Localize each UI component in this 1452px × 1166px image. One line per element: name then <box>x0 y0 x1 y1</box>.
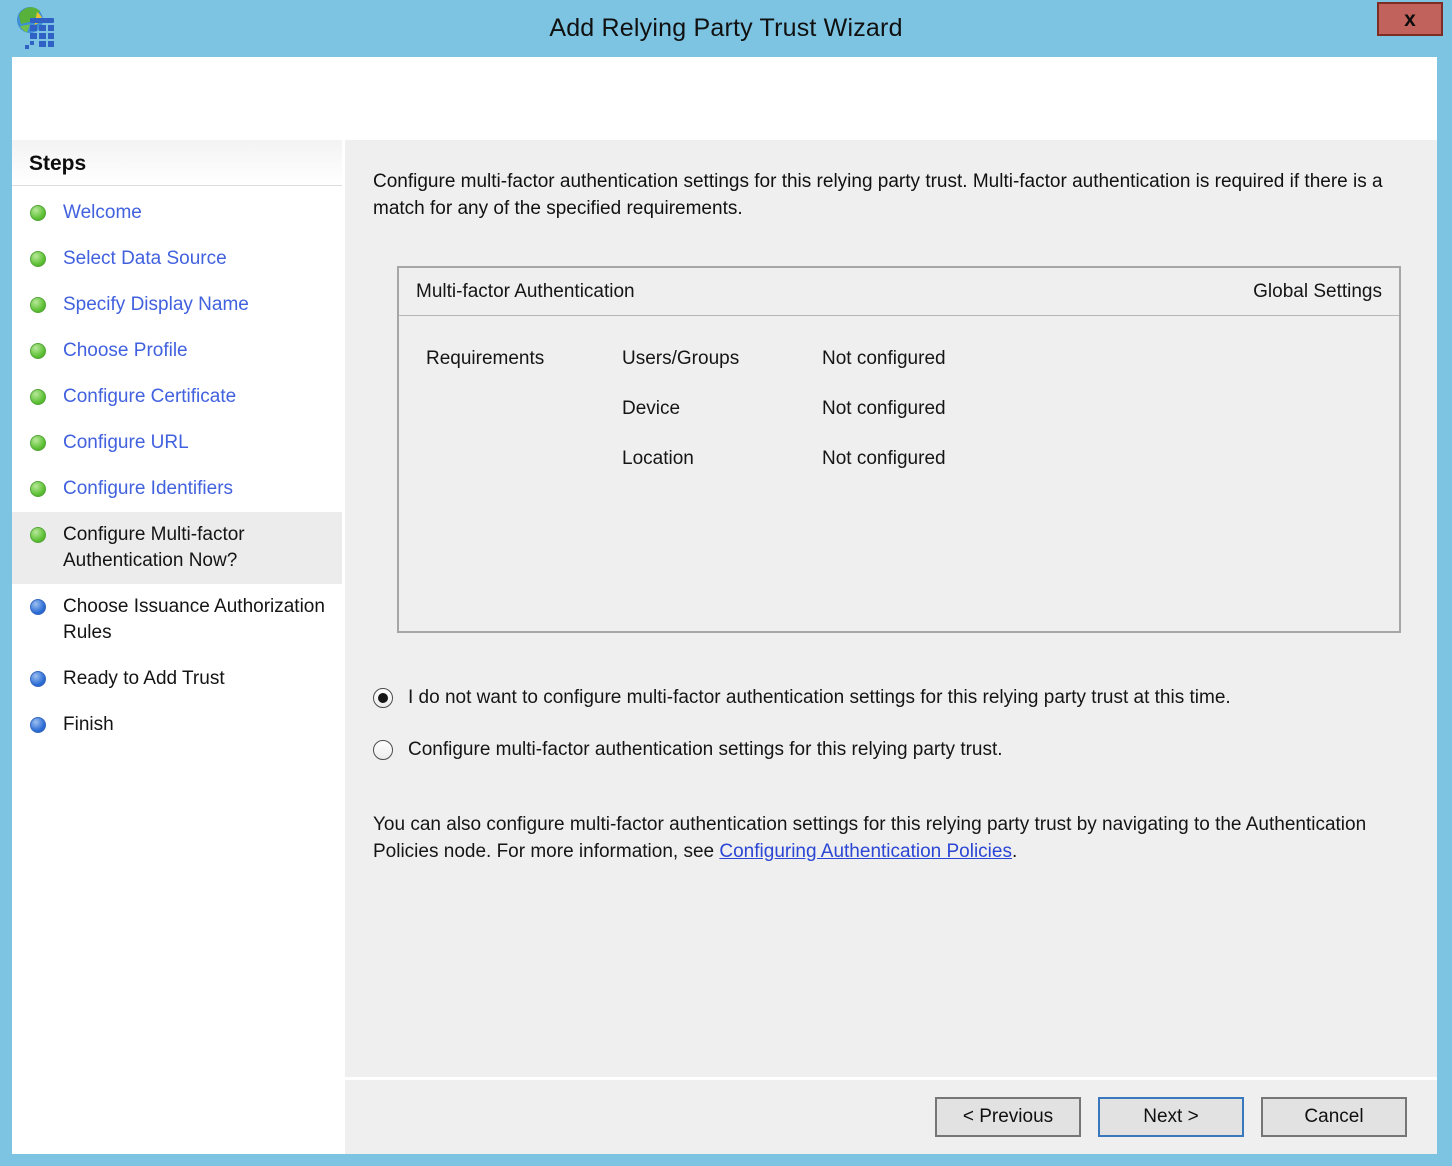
window-title: Add Relying Party Trust Wizard <box>549 14 902 43</box>
step-done-dot-icon <box>30 251 46 267</box>
table-row: Requirements Users/Groups Not configured <box>399 334 1399 384</box>
cancel-button[interactable]: Cancel <box>1261 1097 1407 1137</box>
step-upcoming-dot-icon <box>30 599 46 615</box>
intro-text: Configure multi-factor authentication se… <box>373 168 1407 222</box>
row-value: Not configured <box>822 346 1399 372</box>
steps-list: Welcome Select Data Source Specify Displ… <box>12 186 342 748</box>
row-name: Location <box>622 446 822 472</box>
table-title: Multi-factor Authentication <box>416 281 635 303</box>
step-upcoming-dot-icon <box>30 671 46 687</box>
step-done-dot-icon <box>30 297 46 313</box>
row-value: Not configured <box>822 396 1399 422</box>
note-text: You can also configure multi-factor auth… <box>373 811 1407 865</box>
step-configure-url[interactable]: Configure URL <box>12 420 342 466</box>
row-name: Users/Groups <box>622 346 822 372</box>
step-done-dot-icon <box>30 205 46 221</box>
step-choose-profile[interactable]: Choose Profile <box>12 328 342 374</box>
step-label: Welcome <box>63 200 142 226</box>
step-label: Configure URL <box>63 430 189 456</box>
step-label: Configure Certificate <box>63 384 236 410</box>
radio-row-configure: Configure multi-factor authentication se… <box>373 739 1407 761</box>
header-band <box>12 57 1437 140</box>
step-label: Ready to Add Trust <box>63 666 225 692</box>
step-ready-to-add-trust[interactable]: Ready to Add Trust <box>12 656 342 702</box>
step-upcoming-dot-icon <box>30 717 46 733</box>
next-button[interactable]: Next > <box>1098 1097 1244 1137</box>
step-choose-issuance-authorization-rules[interactable]: Choose Issuance Authorization Rules <box>12 584 342 656</box>
step-specify-display-name[interactable]: Specify Display Name <box>12 282 342 328</box>
close-button[interactable]: x <box>1377 2 1443 36</box>
row-name: Device <box>622 396 822 422</box>
close-icon: x <box>1404 9 1416 30</box>
previous-button[interactable]: < Previous <box>935 1097 1081 1137</box>
step-done-dot-icon <box>30 481 46 497</box>
row-value: Not configured <box>822 446 1399 472</box>
wizard-window: Steps Welcome Select Data Source Specify… <box>12 57 1437 1154</box>
step-configure-mfa-now[interactable]: Configure Multi-factor Authentication No… <box>12 512 342 584</box>
step-done-dot-icon <box>30 343 46 359</box>
note-after-link: . <box>1012 841 1017 862</box>
step-label: Configure Multi-factor Authentication No… <box>63 522 330 574</box>
step-label: Specify Display Name <box>63 292 249 318</box>
step-label: Select Data Source <box>63 246 227 272</box>
steps-header: Steps <box>12 140 342 186</box>
step-label: Choose Profile <box>63 338 188 364</box>
radio-label[interactable]: Configure multi-factor authentication se… <box>408 739 1003 761</box>
table-row: Location Not configured <box>399 434 1399 484</box>
step-configure-certificate[interactable]: Configure Certificate <box>12 374 342 420</box>
row-group-label: Requirements <box>426 346 622 372</box>
radio-configure-mfa[interactable] <box>373 740 393 760</box>
radio-do-not-configure-mfa[interactable] <box>373 688 393 708</box>
step-configure-identifiers[interactable]: Configure Identifiers <box>12 466 342 512</box>
row-group-label <box>426 396 622 422</box>
mfa-settings-table: Multi-factor Authentication Global Setti… <box>397 266 1401 633</box>
step-welcome[interactable]: Welcome <box>12 190 342 236</box>
step-label: Configure Identifiers <box>63 476 233 502</box>
step-label: Finish <box>63 712 114 738</box>
adfs-wizard-icon <box>13 5 59 51</box>
step-done-dot-icon <box>30 435 46 451</box>
step-done-dot-icon <box>30 527 46 543</box>
wizard-footer: < Previous Next > Cancel <box>345 1080 1437 1154</box>
radio-row-do-not-configure: I do not want to configure multi-factor … <box>373 687 1407 709</box>
wizard-page-content: Configure multi-factor authentication se… <box>345 140 1437 1077</box>
titlebar: Add Relying Party Trust Wizard x <box>0 0 1452 57</box>
table-header-global-settings: Global Settings <box>1253 281 1382 303</box>
row-group-label <box>426 446 622 472</box>
step-label: Choose Issuance Authorization Rules <box>63 594 330 646</box>
table-row: Device Not configured <box>399 384 1399 434</box>
step-finish[interactable]: Finish <box>12 702 342 748</box>
configuring-authentication-policies-link[interactable]: Configuring Authentication Policies <box>719 841 1012 862</box>
step-done-dot-icon <box>30 389 46 405</box>
mfa-choice-radio-group: I do not want to configure multi-factor … <box>373 687 1407 761</box>
step-select-data-source[interactable]: Select Data Source <box>12 236 342 282</box>
radio-label[interactable]: I do not want to configure multi-factor … <box>408 687 1231 709</box>
steps-sidebar: Steps Welcome Select Data Source Specify… <box>12 140 342 1154</box>
